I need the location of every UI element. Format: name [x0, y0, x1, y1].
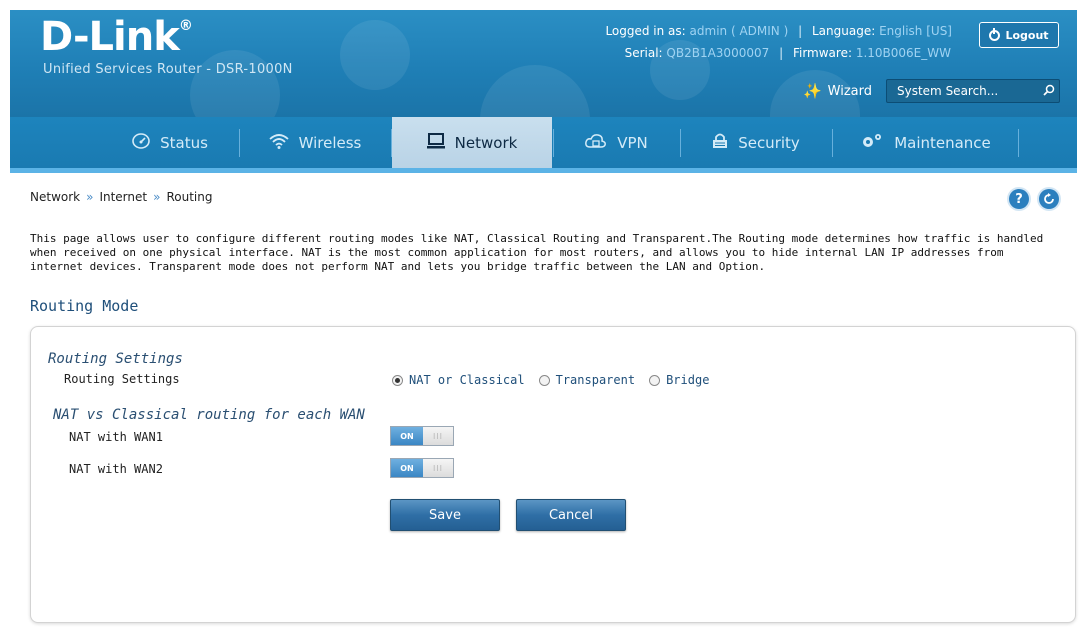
search-icon[interactable]	[1043, 84, 1055, 99]
tab-label: Maintenance	[894, 133, 991, 152]
tab-label: Network	[454, 133, 518, 152]
brand-name: D-Link	[40, 14, 180, 60]
routing-settings-heading: Routing Settings	[48, 351, 183, 367]
main-nav: Status Wireless Network VPN Security Mai…	[10, 117, 1077, 173]
login-info: Logged in as: admin ( ADMIN ) | Language…	[605, 24, 952, 38]
toggle-on-label: ON	[391, 427, 423, 445]
serial-label: Serial:	[624, 46, 663, 60]
radio-button-checked[interactable]	[392, 374, 403, 386]
language-selector[interactable]: English [US]	[879, 24, 952, 38]
radio-button[interactable]	[649, 374, 661, 386]
radio-transparent[interactable]: Transparent	[538, 373, 636, 387]
wizard-label: Wizard	[827, 83, 872, 99]
gears-icon	[860, 132, 884, 154]
routing-mode-radio-group: NAT or Classical Transparent Bridge	[392, 373, 709, 387]
search-input[interactable]	[887, 83, 1039, 99]
logout-button[interactable]: Logout	[979, 22, 1059, 48]
firmware-value: 1.10B006E_WW	[855, 46, 951, 60]
tab-network[interactable]: Network	[392, 117, 552, 168]
breadcrumb-routing: Routing	[166, 190, 213, 204]
cancel-button[interactable]: Cancel	[516, 499, 626, 531]
nat-wan2-label: NAT with WAN2	[69, 462, 163, 476]
wifi-icon	[269, 133, 289, 153]
tab-label: VPN	[617, 133, 648, 152]
registered-mark: ®	[178, 18, 193, 34]
decor-bokeh	[190, 50, 280, 117]
tab-vpn[interactable]: VPN	[554, 117, 679, 168]
help-icon[interactable]: ?	[1009, 189, 1029, 209]
monitor-icon	[426, 132, 445, 153]
radio-button[interactable]	[538, 374, 550, 386]
magic-wand-icon: ✨	[802, 82, 822, 100]
toggle-off-grip: III	[432, 463, 444, 473]
breadcrumb-separator: »	[86, 190, 94, 204]
logged-in-label: Logged in as:	[605, 24, 686, 38]
product-subtitle: Unified Services Router - DSR-1000N	[43, 62, 293, 77]
language-label: Language:	[811, 24, 876, 38]
nat-wan2-toggle[interactable]: ON III	[390, 458, 454, 478]
decor-bokeh	[340, 20, 410, 90]
radio-label: NAT or Classical	[409, 373, 525, 387]
radio-nat-or-classical[interactable]: NAT or Classical	[392, 373, 525, 387]
lock-icon	[712, 133, 728, 153]
toggle-off-grip: III	[432, 431, 444, 441]
page-description: This page allows user to configure diffe…	[30, 232, 1044, 273]
divider: |	[779, 46, 784, 60]
breadcrumb: Network » Internet » Routing	[30, 190, 212, 204]
divider: |	[798, 24, 803, 38]
tab-label: Status	[160, 133, 208, 152]
routing-settings-label: Routing Settings	[64, 372, 180, 386]
routing-mode-panel: Routing Settings Routing Settings NAT or…	[30, 326, 1076, 623]
firmware-label: Firmware:	[792, 46, 852, 60]
nat-vs-classical-heading: NAT vs Classical routing for each WAN	[53, 407, 365, 423]
save-button[interactable]: Save	[390, 499, 500, 531]
nav-divider	[1018, 129, 1019, 157]
nat-wan1-label: NAT with WAN1	[69, 430, 163, 444]
cloud-lock-icon	[585, 133, 607, 153]
device-info: Serial: QB2B1A3000007 | Firmware: 1.10B0…	[625, 46, 951, 60]
tab-label: Security	[738, 133, 800, 152]
breadcrumb-internet[interactable]: Internet	[99, 190, 147, 204]
nat-wan1-toggle[interactable]: ON III	[390, 426, 454, 446]
toggle-on-label: ON	[391, 459, 423, 477]
tab-security[interactable]: Security	[681, 117, 831, 168]
dashboard-icon	[132, 132, 150, 153]
radio-label: Transparent	[555, 373, 636, 387]
decor-bokeh	[480, 65, 590, 117]
tab-status[interactable]: Status	[100, 117, 240, 168]
refresh-icon[interactable]	[1039, 189, 1059, 209]
tab-label: Wireless	[298, 133, 362, 152]
system-search	[886, 79, 1060, 103]
tab-maintenance[interactable]: Maintenance	[833, 117, 1018, 168]
breadcrumb-network[interactable]: Network	[30, 190, 80, 204]
radio-label: Bridge	[666, 373, 710, 387]
current-user: admin ( ADMIN )	[689, 24, 789, 38]
wizard-link[interactable]: ✨ Wizard	[803, 82, 872, 100]
tab-wireless[interactable]: Wireless	[240, 117, 390, 168]
header-banner: D-Link® Unified Services Router - DSR-10…	[10, 10, 1077, 117]
breadcrumb-separator: »	[153, 190, 161, 204]
radio-bridge[interactable]: Bridge	[649, 373, 709, 387]
power-icon	[989, 27, 1001, 41]
dlink-logo: D-Link®	[40, 14, 193, 60]
logout-label: Logout	[1005, 28, 1049, 42]
section-title: Routing Mode	[30, 297, 139, 315]
serial-value: QB2B1A3000007	[666, 46, 770, 60]
